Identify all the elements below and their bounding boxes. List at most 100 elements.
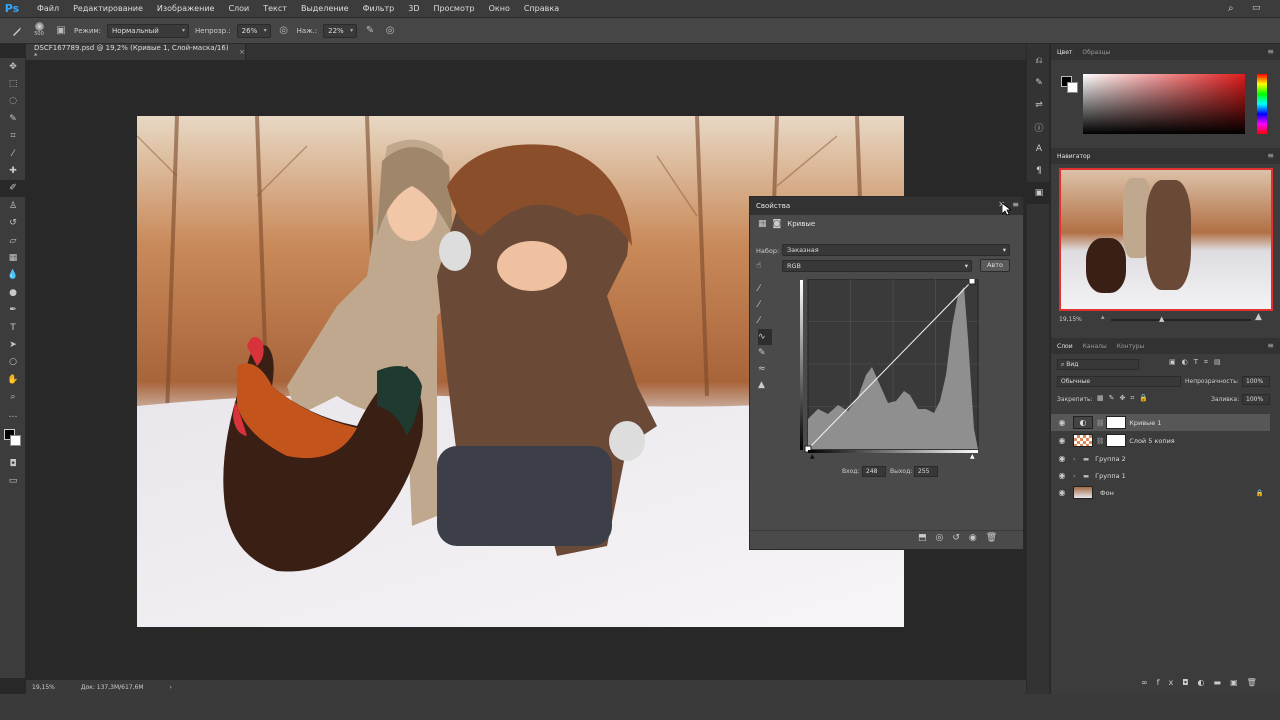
document-tab[interactable]: DSCF167789.psd @ 19,2% (Кривые 1, Слой-м… [26,44,246,60]
history-icon[interactable]: ⎌ [1027,50,1051,72]
eraser-tool-icon[interactable]: ▱ [0,232,26,249]
layer-row[interactable]: ◉ › ▬ Группа 1 [1051,467,1270,484]
history-brush-tool-icon[interactable]: ↺ [0,215,26,232]
layers-footer-icons[interactable]: ∞fx◘◐▬▣🗑 [1141,678,1266,687]
view-previous-icon[interactable]: ◎ [936,533,953,543]
navigator-zoom-slider[interactable] [1111,319,1251,321]
clip-to-layer-icon[interactable]: ⬒ [918,533,936,543]
menu-view[interactable]: Просмотр [427,0,482,18]
paragraph-icon[interactable]: ¶ [1027,160,1051,182]
brush-tool-icon[interactable] [10,24,24,38]
menu-edit[interactable]: Редактирование [66,0,150,18]
white-point-eyedropper-icon[interactable]: ⁄ [758,313,772,329]
eye-icon[interactable]: ◉ [1051,418,1073,427]
mask-icon[interactable]: ◙ [773,219,782,229]
stamp-tool-icon[interactable]: ♙ [0,197,26,214]
panel-menu-icon[interactable]: ≡ [1267,341,1274,350]
menu-select[interactable]: Выделение [294,0,356,18]
navigator-zoom[interactable]: 19,15% [1059,316,1082,323]
targeted-adjust-icon[interactable]: ☝ [756,261,761,271]
opacity-field[interactable]: 26% ▾ [236,23,271,38]
adjustments-icon[interactable]: ⇌ [1027,94,1051,116]
navigator-title[interactable]: Навигатор [1057,153,1090,160]
zoom-out-icon[interactable]: ▴ [1101,313,1105,321]
pressure-opacity-icon[interactable]: ◎ [277,24,291,38]
tab-channels[interactable]: Каналы [1083,343,1107,350]
tab-layers[interactable]: Слои [1057,343,1073,350]
black-point-eyedropper-icon[interactable]: ⁄ [758,281,772,297]
lock-icons[interactable]: ▦✎✥⌗🔒 [1097,394,1153,403]
airbrush-icon[interactable]: ✎ [363,24,377,38]
brush-preset-picker[interactable]: 500 [30,20,48,42]
menu-type[interactable]: Текст [256,0,294,18]
panel-menu-icon[interactable]: ≡ [1267,47,1274,56]
pen-tool-icon[interactable]: ✒ [0,301,26,318]
layer-opacity-field[interactable]: 100% [1242,376,1270,387]
pencil-tool-icon[interactable]: ✎ [758,345,772,361]
menu-file[interactable]: Файл [30,0,66,18]
dodge-tool-icon[interactable]: ● [0,284,26,301]
tab-color[interactable]: Цвет [1057,49,1072,56]
quick-mask-icon[interactable]: ◘ [0,455,26,472]
screen-mode-icon[interactable]: ▭ [0,473,26,490]
brush-presets-icon[interactable]: ✎ [1027,72,1051,94]
layer-filter-icons[interactable]: ▣◐T⌗▤ [1169,358,1227,367]
zoom-tool-icon[interactable]: ⌕ [0,388,26,405]
path-select-tool-icon[interactable]: ➤ [0,336,26,353]
layer-row[interactable]: ◉ Фон 🔒 [1051,484,1270,501]
color-field[interactable] [1083,74,1245,134]
info-icon[interactable]: ⓘ [1027,116,1051,138]
smooth-icon[interactable]: ≈ [758,361,772,377]
properties-icon[interactable]: ▣ [1027,182,1051,204]
blur-tool-icon[interactable]: 💧 [0,267,26,284]
blend-mode-dropdown[interactable]: Обычные [1057,376,1181,387]
workspace-icon[interactable]: ▭ [1252,3,1261,13]
shape-tool-icon[interactable]: ○ [0,354,26,371]
lasso-tool-icon[interactable]: ◌ [0,93,26,110]
trash-icon[interactable]: 🗑 [986,533,1006,543]
quick-select-tool-icon[interactable]: ✎ [0,110,26,127]
menu-3d[interactable]: 3D [401,0,426,18]
gradient-tool-icon[interactable]: ▦ [0,249,26,266]
zoom-level[interactable]: 19,15% [32,684,55,691]
menu-window[interactable]: Окно [482,0,517,18]
eye-icon[interactable]: ◉ [1051,471,1073,480]
search-icon[interactable]: ⌕ [1228,3,1234,14]
eye-icon[interactable]: ◉ [1051,454,1073,463]
reset-icon[interactable]: ↺ [952,533,969,543]
menu-image[interactable]: Изображение [150,0,222,18]
mask-thumb[interactable] [1106,434,1127,447]
background-color-swatch[interactable] [10,435,21,447]
eye-icon[interactable]: ◉ [1051,436,1073,445]
curve-point-white[interactable] [968,279,976,285]
hue-slider[interactable] [1257,74,1267,134]
menu-help[interactable]: Справка [517,0,566,18]
visibility-eye-icon[interactable]: ◉ [969,533,986,543]
zoom-in-icon[interactable]: ▲ [1255,312,1262,322]
close-icon[interactable]: × [239,48,245,56]
eye-icon[interactable]: ◉ [1051,488,1073,497]
panel-menu-icon[interactable]: ≡ [1267,151,1274,160]
menu-filter[interactable]: Фильтр [356,0,402,18]
hand-tool-icon[interactable]: ✋ [0,371,26,388]
brush-panel-icon[interactable]: ▣ [54,24,68,38]
navigator-thumbnail[interactable] [1059,168,1273,311]
output-field[interactable]: 255 [914,466,938,477]
crop-tool-icon[interactable]: ⌗ [0,128,26,145]
clipping-warning-icon[interactable]: ▲ [758,377,772,393]
curve-point-tool-icon[interactable]: ∿ [758,329,772,345]
character-icon[interactable]: A [1027,138,1051,160]
tab-swatches[interactable]: Образцы [1082,49,1110,56]
eyedropper-tool-icon[interactable]: ⁄ [0,145,26,162]
pressure-size-icon[interactable]: ◎ [383,24,397,38]
background-color-swatch[interactable] [1067,82,1078,93]
curves-icon[interactable]: ▦ [758,219,767,229]
color-swatches[interactable] [0,423,26,455]
white-slider-thumb[interactable]: ▲ [970,453,975,460]
mode-dropdown[interactable]: Нормальный ▾ [107,23,190,38]
status-menu-arrow[interactable]: › [170,684,172,691]
channel-dropdown[interactable]: RGB ▾ [782,260,972,272]
slider-thumb[interactable]: ▲ [1159,315,1164,323]
layer-row[interactable]: ◉ ◐ ⛓ Кривые 1 [1051,414,1270,431]
panel-menu-icon[interactable]: ≡ [1012,200,1019,209]
